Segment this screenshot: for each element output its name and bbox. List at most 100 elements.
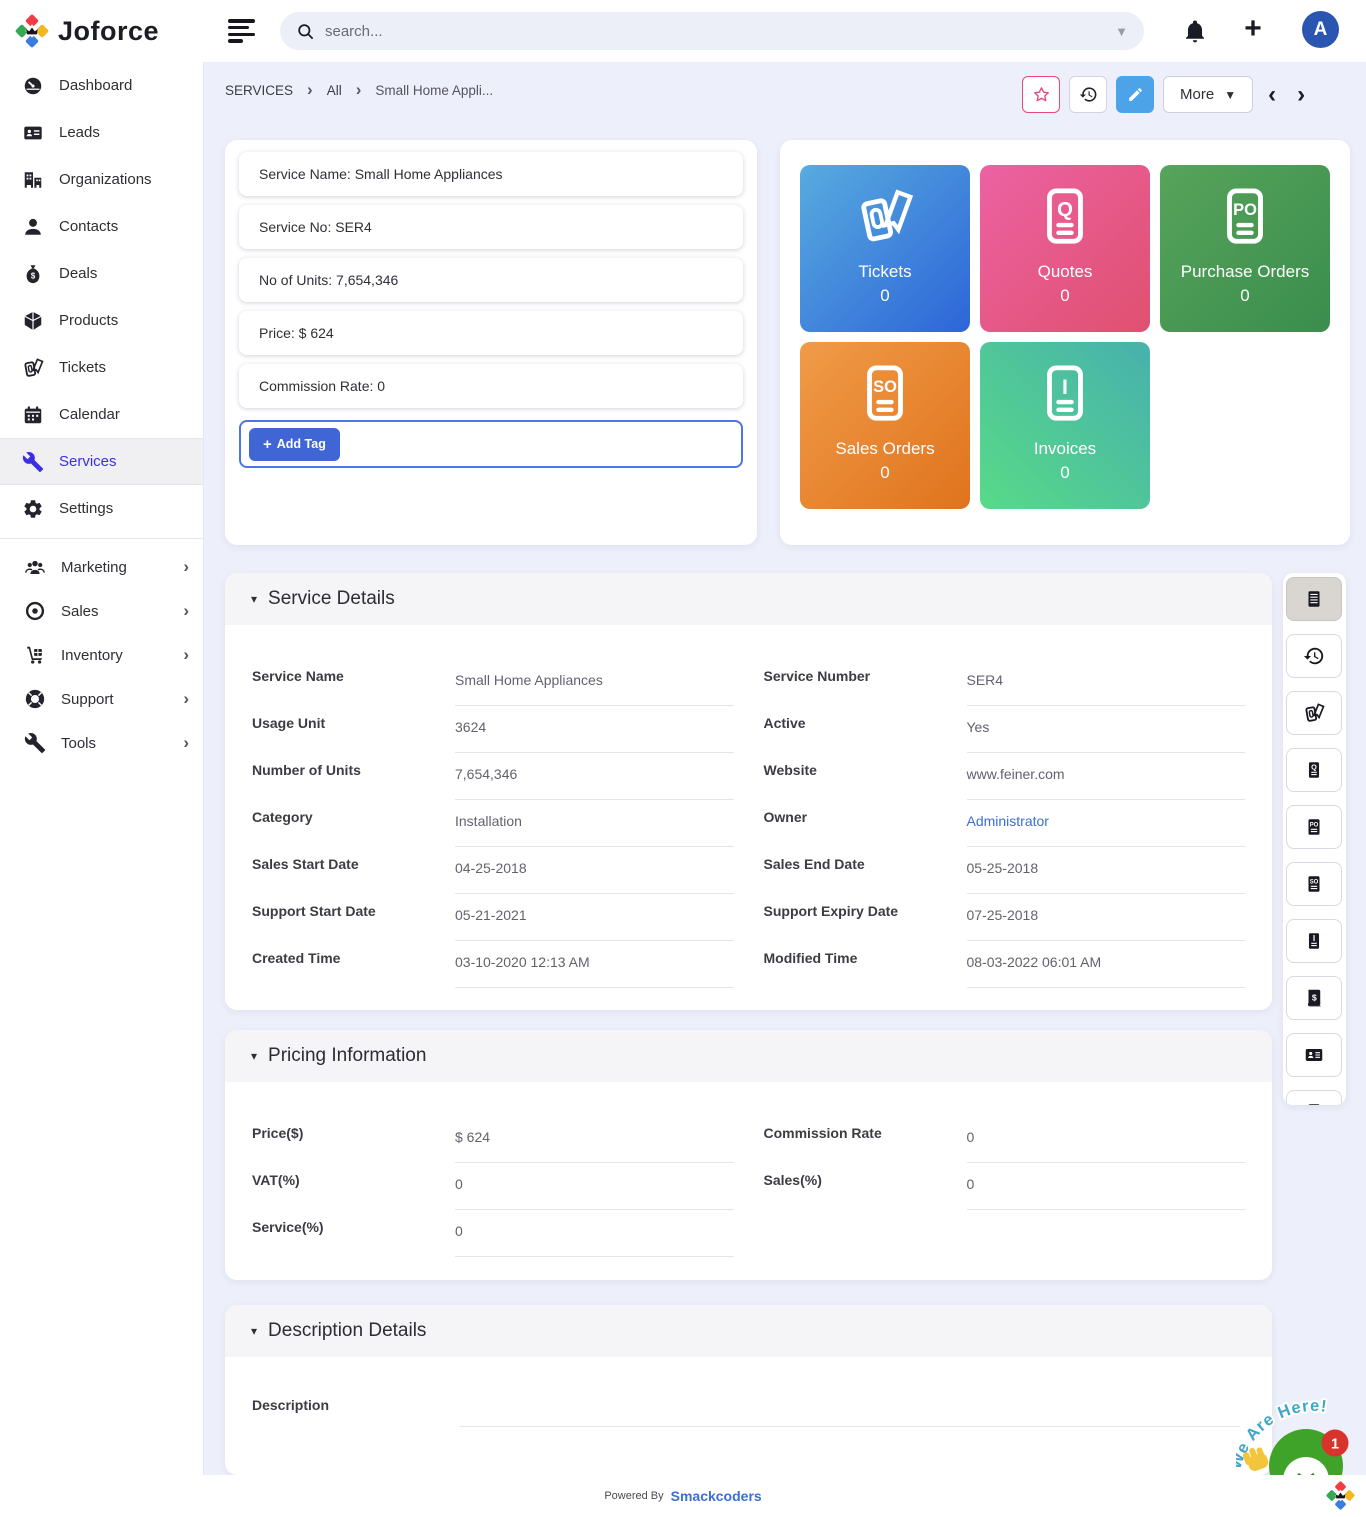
sidebar-item-services[interactable]: Services (0, 438, 203, 485)
rail-more-related-button[interactable] (1286, 1090, 1342, 1105)
rail-history-button[interactable] (1286, 634, 1342, 678)
sidebar-item-leads[interactable]: Leads (0, 109, 203, 156)
sidebar-item-products[interactable]: Products (0, 297, 203, 344)
collapse-caret-icon: ▾ (251, 1324, 257, 1338)
search-input[interactable] (325, 23, 1115, 40)
purchase-orders-doc-icon: PO (1214, 187, 1276, 249)
rail-record-summary-button[interactable] (1286, 577, 1342, 621)
sidebar-item-contacts[interactable]: Contacts (0, 203, 203, 250)
quick-create-plus-icon[interactable]: + (1240, 14, 1266, 40)
chevron-right-icon: › (183, 689, 189, 709)
smackcoders-link[interactable]: Smackcoders (671, 1488, 762, 1504)
sidebar-item-sales[interactable]: Sales › (0, 589, 203, 633)
bell-icon[interactable] (1182, 18, 1208, 44)
chat-widget[interactable]: We Are Here! 1 (1236, 1386, 1366, 1476)
joforce-diamond-icon (14, 13, 50, 49)
menu-icon[interactable] (228, 19, 256, 44)
leads-icon (22, 122, 44, 144)
related-tile-purchase-orders[interactable]: PO Purchase Orders 0 (1160, 165, 1330, 332)
next-record-button[interactable]: › (1291, 81, 1311, 109)
field-value: 0 (967, 1116, 1246, 1163)
favorite-star-button[interactable] (1022, 76, 1060, 113)
related-modules-card: Tickets 0 Q Quotes 0 PO Purchase Orders … (780, 140, 1350, 545)
pricing-information-section: ▾ Pricing Information Price($)$ 624 VAT(… (225, 1030, 1272, 1280)
related-more-icon (1303, 1101, 1325, 1105)
field-value: 05-21-2021 (455, 894, 734, 941)
field-row: Sales(%)0 (764, 1163, 1246, 1210)
field-value: 3624 (455, 706, 734, 753)
rail-quotes-button[interactable]: Q (1286, 748, 1342, 792)
description-details-header[interactable]: ▾ Description Details (225, 1305, 1272, 1357)
notification-badge: 1 (1322, 1430, 1349, 1457)
sidebar-item-dashboard[interactable]: Dashboard (0, 62, 203, 109)
field-value: $ 624 (455, 1116, 734, 1163)
rail-price-books-button[interactable]: $ (1286, 976, 1342, 1020)
record-actions: More ▼ ‹ › (1022, 76, 1311, 113)
settings-icon (22, 498, 44, 520)
star-icon (1032, 85, 1051, 104)
field-row: Sales End Date05-25-2018 (764, 847, 1246, 894)
edit-button[interactable] (1116, 76, 1154, 113)
history-button[interactable] (1069, 76, 1107, 113)
rail-sales-orders-button[interactable]: SO (1286, 862, 1342, 906)
breadcrumb-module[interactable]: SERVICES (225, 83, 293, 98)
sidebar-nav: Dashboard Leads Organizations Contacts $… (0, 62, 204, 1475)
rail-invoices-button[interactable]: I (1286, 919, 1342, 963)
tag-input-area[interactable]: + Add Tag (239, 420, 743, 468)
svg-text:SO: SO (873, 378, 897, 396)
chevron-right-icon: › (183, 645, 189, 665)
add-tag-button[interactable]: + Add Tag (249, 428, 340, 461)
dropdown-caret-icon[interactable]: ▼ (1115, 24, 1128, 39)
chevron-right-icon: › (307, 80, 313, 100)
owner-link[interactable]: Administrator (967, 800, 1246, 847)
sidebar-item-tools[interactable]: Tools › (0, 721, 203, 765)
previous-record-button[interactable]: ‹ (1262, 81, 1282, 109)
history-icon (1079, 85, 1098, 104)
chevron-right-icon: › (183, 557, 189, 577)
more-button[interactable]: More ▼ (1163, 76, 1253, 113)
description-details-section: ▾ Description Details Description (225, 1305, 1272, 1475)
sidebar-item-deals[interactable]: $ Deals (0, 250, 203, 297)
rail-tickets-button[interactable] (1286, 691, 1342, 735)
sidebar-item-organizations[interactable]: Organizations (0, 156, 203, 203)
rail-contacts-button[interactable] (1286, 1033, 1342, 1077)
related-tile-quotes[interactable]: Q Quotes 0 (980, 165, 1150, 332)
summary-service-name: Service Name: Small Home Appliances (239, 152, 743, 196)
pricing-information-header[interactable]: ▾ Pricing Information (225, 1030, 1272, 1082)
sales-orders-icon: SO (1303, 873, 1325, 895)
sidebar-item-marketing[interactable]: Marketing › (0, 545, 203, 589)
rail-purchase-orders-button[interactable]: PO (1286, 805, 1342, 849)
invoices-icon: I (1303, 930, 1325, 952)
sidebar-item-tickets[interactable]: Tickets (0, 344, 203, 391)
inventory-icon (24, 644, 46, 666)
footer: Powered By Smackcoders (0, 1475, 1366, 1517)
joforce-logo[interactable]: Joforce (14, 13, 159, 49)
related-tile-tickets[interactable]: Tickets 0 (800, 165, 970, 332)
breadcrumb-view[interactable]: All (327, 83, 342, 98)
field-row: Number of Units7,654,346 (252, 753, 734, 800)
field-value: www.feiner.com (967, 753, 1246, 800)
top-bar: Joforce ▼ + A (0, 0, 1366, 62)
field-value: Small Home Appliances (455, 659, 734, 706)
related-tile-sales-orders[interactable]: SO Sales Orders 0 (800, 342, 970, 509)
collapse-caret-icon: ▾ (251, 592, 257, 606)
global-search: ▼ (280, 12, 1144, 50)
sidebar-item-settings[interactable]: Settings (0, 485, 203, 532)
user-avatar[interactable]: A (1302, 11, 1339, 48)
field-row: ActiveYes (764, 706, 1246, 753)
chevron-right-icon: › (183, 601, 189, 621)
dashboard-icon (22, 75, 44, 97)
field-value: 04-25-2018 (455, 847, 734, 894)
svg-text:PO: PO (1310, 823, 1319, 829)
breadcrumb: SERVICES › All › Small Home Appli... (225, 80, 493, 100)
sidebar-item-support[interactable]: Support › (0, 677, 203, 721)
sidebar-item-inventory[interactable]: Inventory › (0, 633, 203, 677)
sidebar-item-calendar[interactable]: Calendar (0, 391, 203, 438)
field-row: Sales Start Date04-25-2018 (252, 847, 734, 894)
svg-text:SO: SO (1310, 880, 1319, 886)
plus-icon: + (263, 436, 272, 453)
purchase-orders-icon: PO (1303, 816, 1325, 838)
service-details-header[interactable]: ▾ Service Details (225, 573, 1272, 625)
related-tile-invoices[interactable]: I Invoices 0 (980, 342, 1150, 509)
tickets-icon (854, 187, 916, 249)
